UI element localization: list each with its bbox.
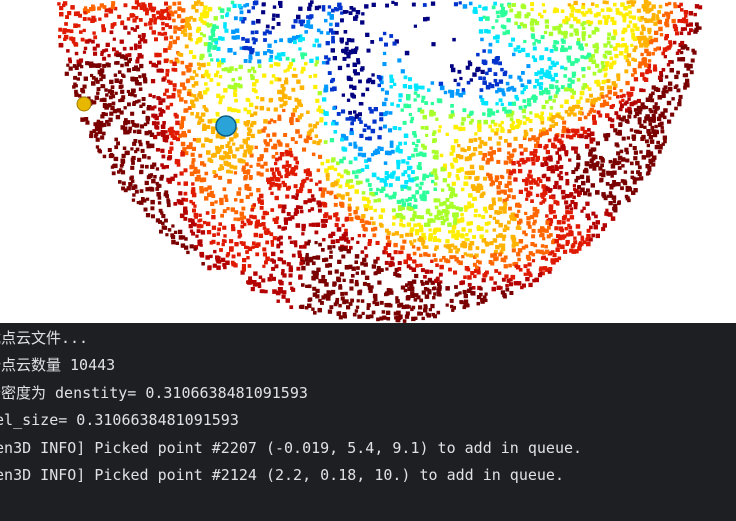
console-line-2: 始点云数量 10443 <box>0 356 116 374</box>
console-line-1: 载点云文件... <box>0 329 89 347</box>
console-line-6: pen3D INFO] Picked point #2124 (2.2, 0.1… <box>0 466 564 484</box>
console-output: 载点云文件... 始点云数量 10443 云密度为 denstity= 0.3106… <box>0 323 736 521</box>
console-line-5: pen3D INFO] Picked point #2207 (-0.019, … <box>0 439 583 457</box>
console-line-3: 云密度为 denstity= 0.3106638481091593 <box>0 384 308 402</box>
point-cloud-canvas[interactable] <box>0 0 736 323</box>
console-line-4: xel_size= 0.3106638481091593 <box>0 411 239 429</box>
picked-point-marker-2[interactable] <box>76 96 92 112</box>
picked-point-marker-1[interactable] <box>215 115 237 137</box>
point-cloud-viewer[interactable] <box>0 0 736 323</box>
